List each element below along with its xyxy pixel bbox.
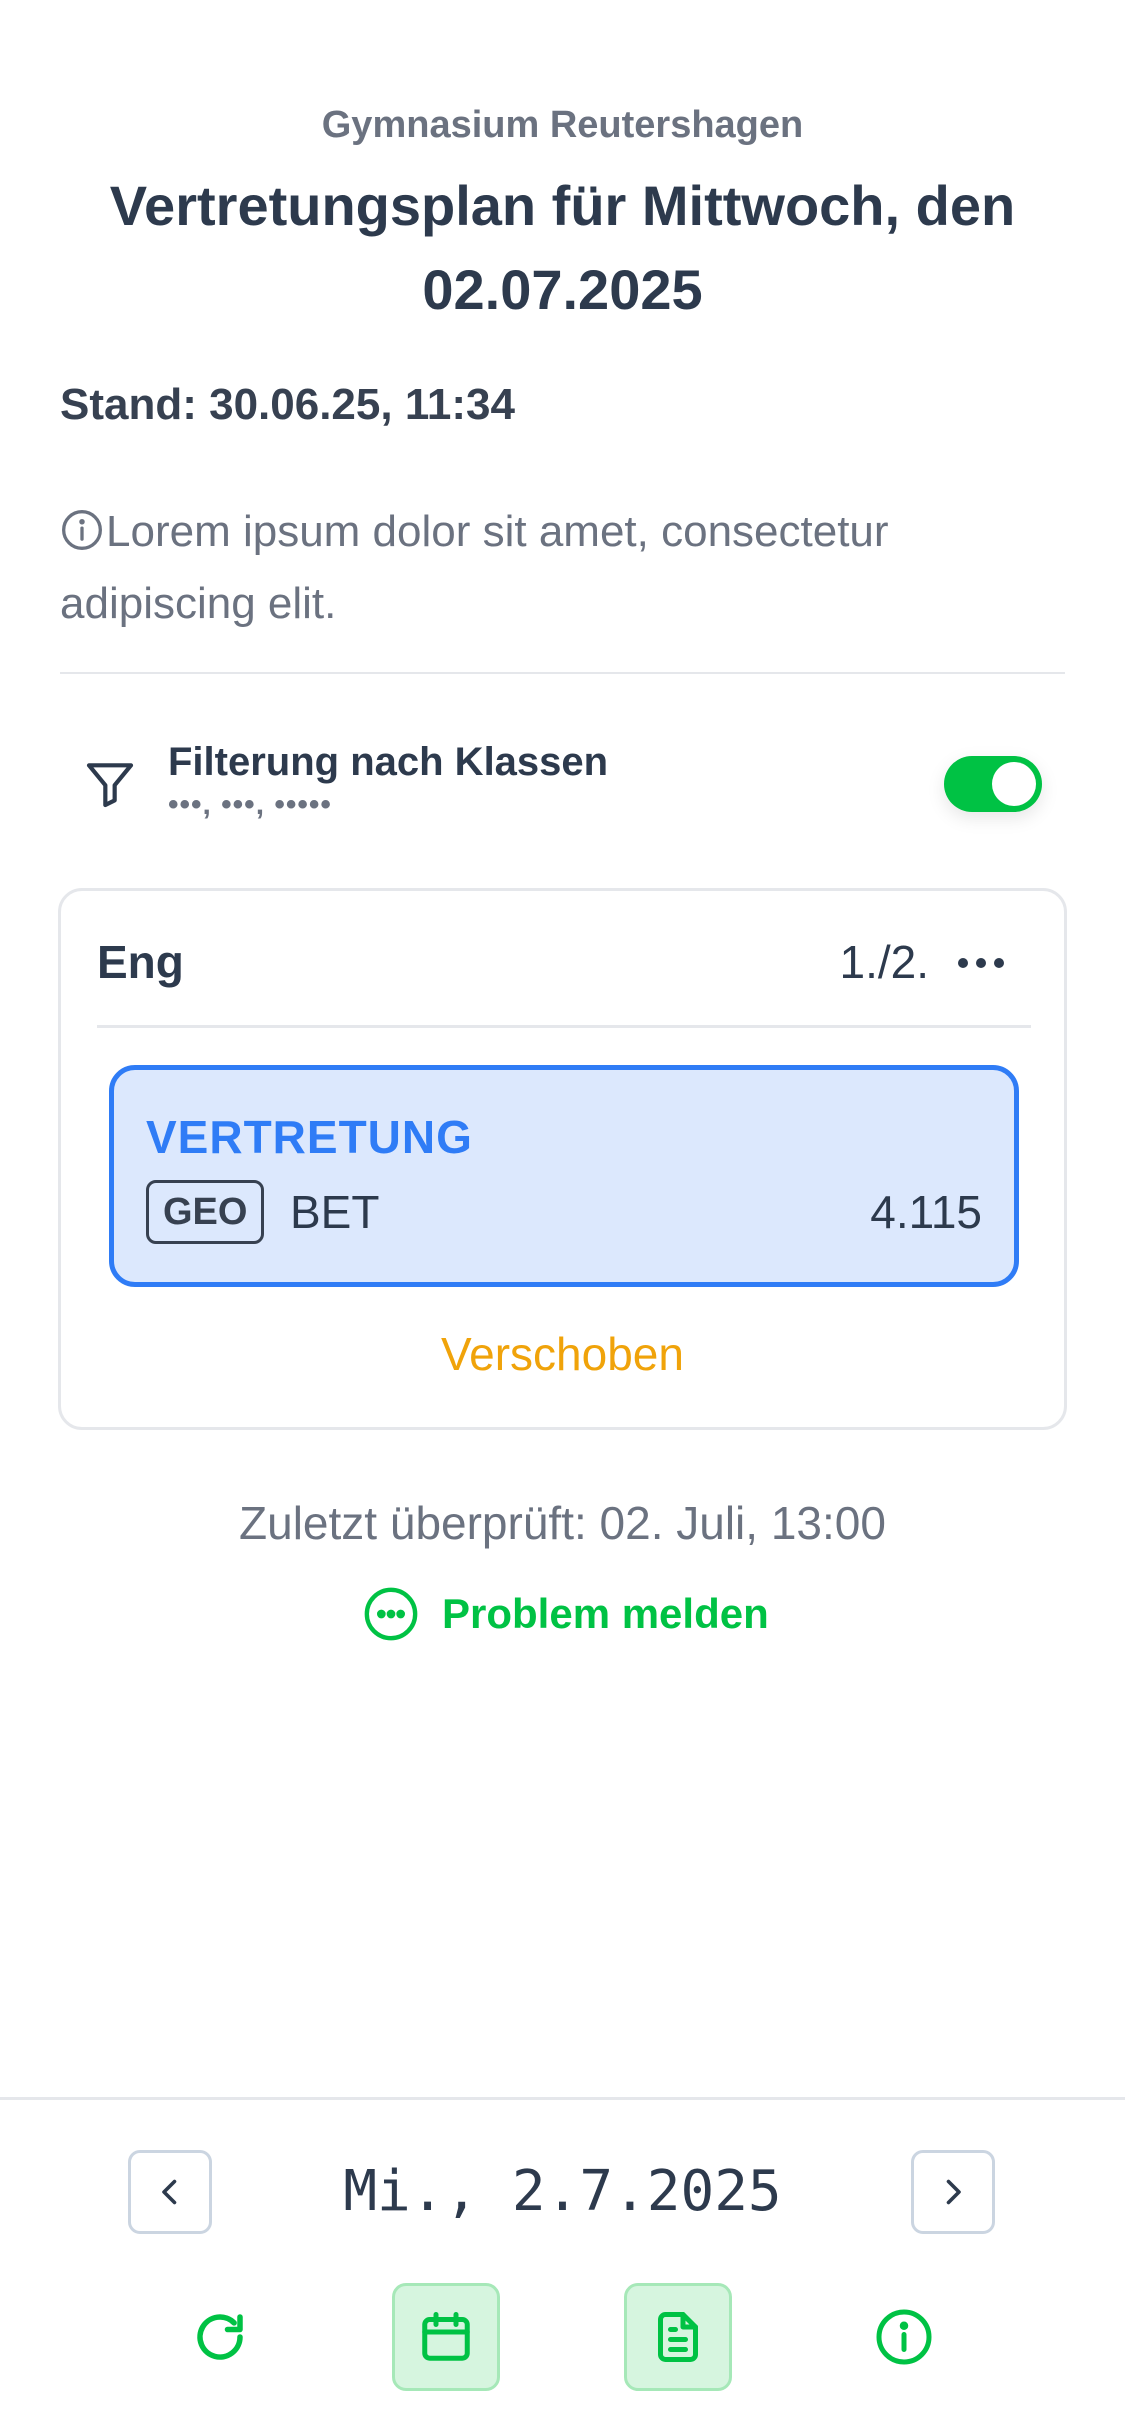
more-options-button[interactable] [953,943,1009,983]
last-updated-label: Stand: 30.06.25, 11:34 [60,380,515,429]
filter-classes: •••, •••, ••••• [168,788,332,821]
teacher-label: BET [290,1186,380,1238]
info-circle-icon [62,510,102,550]
card-header: Eng 1./2. [97,935,1031,995]
page-header: Gymnasium Reutershagen Vertretungsplan f… [0,100,1125,332]
refresh-icon [197,2314,243,2360]
filter-toggle[interactable] [944,756,1042,812]
chevron-left-icon [162,2179,177,2205]
page-title: Vertretungsplan für Mittwoch, den 02.07.… [109,174,1016,321]
info-message: Lorem ipsum dolor sit amet, consectetur … [60,496,1070,640]
calendar-icon [422,2312,470,2361]
subject-badge: GEO [146,1180,265,1244]
subject-label: Eng [97,936,184,988]
info-icon [876,2309,932,2365]
current-date: Mi., 2.7.2025 [343,2159,782,2224]
toggle-knob [992,762,1036,806]
substitution-card: Eng 1./2. VERTRETUNG GEO BET 4.115 Versc… [58,888,1067,1430]
message-circle-dots-icon [364,1587,418,1641]
period-label: 1./2. [839,936,929,988]
info-text: Lorem ipsum dolor sit amet, consectetur … [60,507,889,628]
document-button[interactable] [624,2283,732,2391]
refresh-button[interactable] [166,2283,274,2391]
report-problem-button[interactable]: Problem melden [362,1584,769,1644]
filter-title: Filterung nach Klassen [168,740,609,784]
document-icon [658,2312,698,2362]
previous-day-button[interactable] [128,2150,212,2234]
more-horizontal-icon [958,958,1004,968]
card-divider [97,1025,1031,1028]
status-label: Verschoben [441,1328,684,1380]
info-button[interactable] [850,2283,958,2391]
class-filter-row[interactable]: Filterung nach Klassen •••, •••, ••••• [60,738,1065,838]
bottom-bar: Mi., 2.7.2025 [0,2097,1125,2436]
calendar-button[interactable] [392,2283,500,2391]
room-label: 4.115 [870,1186,982,1238]
next-day-button[interactable] [911,2150,995,2234]
chevron-right-icon [946,2179,961,2205]
funnel-icon [86,763,134,808]
last-checked-label: Zuletzt überprüft: 02. Juli, 13:00 [239,1497,886,1549]
report-problem-label: Problem melden [442,1590,769,1637]
school-name: Gymnasium Reutershagen [321,104,804,146]
substitution-details[interactable]: VERTRETUNG GEO BET 4.115 [109,1065,1019,1287]
divider [60,672,1065,674]
substitution-type: VERTRETUNG [146,1111,473,1163]
